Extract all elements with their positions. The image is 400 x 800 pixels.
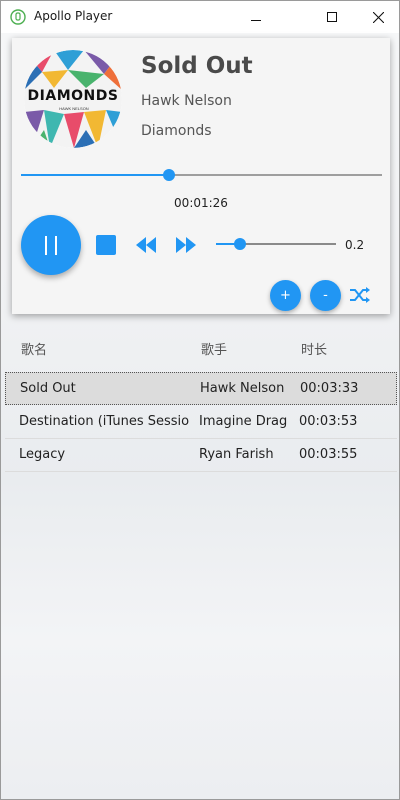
progress-slider[interactable] xyxy=(21,169,382,181)
pause-icon xyxy=(41,235,61,255)
row-artist: Imagine Dragons xyxy=(199,414,287,429)
app-logo-icon xyxy=(10,9,26,25)
row-duration: 00:03:33 xyxy=(300,381,359,396)
maximize-button[interactable] xyxy=(309,1,355,33)
progress-fill xyxy=(21,174,169,176)
row-song-name: Destination (iTunes Session) xyxy=(19,414,189,429)
playlist-header: 歌名 歌手 时长 xyxy=(5,331,397,363)
header-duration[interactable]: 时长 xyxy=(301,339,327,358)
shuffle-icon xyxy=(350,287,370,303)
add-song-button[interactable]: + xyxy=(270,280,301,311)
playlist-row[interactable]: Destination (iTunes Session) Imagine Dra… xyxy=(5,406,397,439)
row-artist: Hawk Nelson xyxy=(200,381,285,396)
rewind-icon xyxy=(136,237,156,253)
fast-forward-icon xyxy=(176,237,196,253)
remove-song-button[interactable]: - xyxy=(310,280,341,311)
header-song-name[interactable]: 歌名 xyxy=(21,339,191,358)
cover-title-text: DIAMONDS xyxy=(27,88,119,104)
title-bar[interactable]: Apollo Player xyxy=(1,1,399,33)
elapsed-time: 00:01:26 xyxy=(174,196,228,210)
header-artist[interactable]: 歌手 xyxy=(201,339,227,358)
album-cover: DIAMONDS HAWK NELSON xyxy=(24,50,122,148)
row-artist: Ryan Farish xyxy=(199,447,274,462)
play-pause-button[interactable] xyxy=(21,215,81,275)
close-button[interactable] xyxy=(355,1,399,33)
fast-forward-button[interactable] xyxy=(175,236,197,254)
row-duration: 00:03:55 xyxy=(299,447,358,462)
volume-value: 0.2 xyxy=(345,238,365,252)
song-artist: Hawk Nelson xyxy=(141,93,232,109)
progress-thumb[interactable] xyxy=(163,169,175,181)
row-song-name: Legacy xyxy=(19,447,66,462)
volume-slider[interactable] xyxy=(216,238,336,250)
app-window: Apollo Player DIAMONDS HAWK NELSON Sold … xyxy=(0,0,400,800)
player-card: DIAMONDS HAWK NELSON Sold Out Hawk Nelso… xyxy=(12,38,390,314)
row-song-name: Sold Out xyxy=(20,381,76,396)
maximize-icon xyxy=(327,12,337,22)
song-album: Diamonds xyxy=(141,123,212,139)
playlist-row[interactable]: Sold Out Hawk Nelson 00:03:33 xyxy=(5,372,397,405)
close-icon xyxy=(372,11,384,23)
playlist-row[interactable]: Legacy Ryan Farish 00:03:55 xyxy=(5,439,397,472)
minimize-icon xyxy=(251,20,261,21)
minimize-button[interactable] xyxy=(233,1,279,33)
row-duration: 00:03:53 xyxy=(299,414,358,429)
volume-thumb[interactable] xyxy=(234,238,246,250)
shuffle-button[interactable] xyxy=(349,286,371,304)
rewind-button[interactable] xyxy=(135,236,157,254)
cover-artist-text: HAWK NELSON xyxy=(59,106,89,111)
song-title: Sold Out xyxy=(141,53,253,79)
window-title: Apollo Player xyxy=(34,9,113,23)
stop-button[interactable] xyxy=(96,235,116,255)
